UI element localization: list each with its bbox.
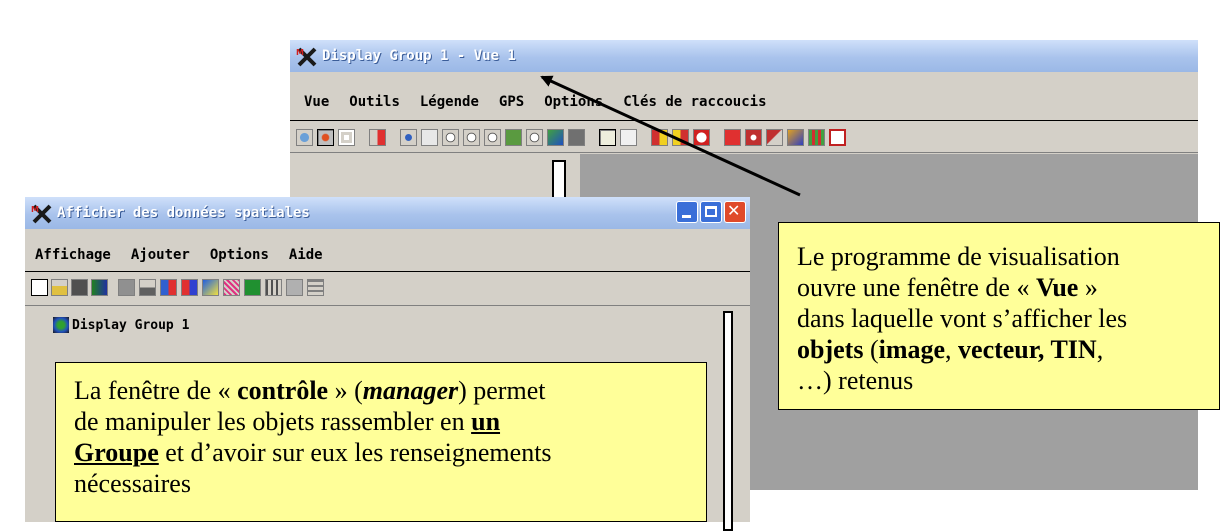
stop-icon[interactable] [693, 128, 710, 146]
menu-options[interactable]: Options [544, 94, 603, 110]
select-arrow-icon[interactable] [766, 128, 783, 146]
tin-icon[interactable] [244, 278, 261, 296]
window-title: Afficher des données spatiales [57, 205, 310, 221]
minimize-icon [682, 215, 691, 218]
cad-icon[interactable] [265, 278, 282, 296]
callout-manager: La fenêtre de « contrôle » (manager) per… [55, 362, 707, 522]
window-controls: ✕ [674, 201, 746, 223]
zoom-full-icon[interactable] [484, 128, 501, 146]
layer-icon[interactable] [118, 278, 135, 296]
window-title: Display Group 1 - Vue 1 [322, 48, 516, 64]
table-icon[interactable] [307, 278, 324, 296]
redraw-icon[interactable] [296, 128, 313, 146]
display-toolbar [296, 124, 1198, 150]
redraw-once-icon[interactable] [317, 128, 334, 146]
toolbar-divider [25, 305, 750, 306]
terrain-icon[interactable] [139, 278, 156, 296]
tntmips-logo-icon: M [31, 203, 52, 224]
scale-icon[interactable] [620, 128, 637, 146]
save-icon[interactable] [71, 278, 88, 296]
menu-affichage[interactable]: Affichage [35, 247, 111, 263]
next-view-icon[interactable] [672, 128, 689, 146]
toolbar-divider [290, 152, 1198, 153]
close-button[interactable]: ✕ [724, 201, 746, 223]
manager-menubar: Affichage Ajouter Options Aide [25, 241, 750, 269]
view-pan-icon[interactable] [547, 128, 564, 146]
tntmips-logo-icon: M [296, 46, 317, 67]
view-scrollbar-arrow[interactable] [552, 160, 566, 200]
zoom-grid-icon[interactable] [505, 128, 522, 146]
zoom-active-icon[interactable] [724, 128, 741, 146]
grid-icon[interactable] [808, 128, 825, 146]
callout-view-line-1: Le programme de visualisation [797, 242, 1120, 271]
minimize-button[interactable] [676, 201, 698, 223]
open-icon[interactable] [51, 278, 68, 296]
callout-view-line-4: objets (image, vecteur, TIN, [797, 335, 1104, 364]
pan-icon[interactable] [400, 128, 417, 146]
add-layer-icon[interactable] [160, 278, 177, 296]
vertical-scrollbar[interactable] [723, 311, 733, 531]
add-layer-icon[interactable] [369, 128, 386, 146]
shape-icon[interactable] [223, 278, 240, 296]
close-icon: ✕ [727, 201, 741, 220]
callout-manager-line-4: nécessaires [74, 469, 191, 498]
manager-window-titlebar[interactable]: M Afficher des données spatiales ✕ [25, 197, 750, 229]
svg-text:M: M [31, 205, 39, 214]
maximize-button[interactable] [700, 201, 722, 223]
maximize-icon [705, 206, 717, 217]
tree-item-label: Display Group 1 [72, 317, 190, 333]
menu-raccourcis[interactable]: Clés de raccoucis [623, 94, 766, 110]
menu-divider [25, 271, 750, 272]
zoom-1x1-icon[interactable] [599, 128, 616, 146]
zoom-out-icon[interactable] [463, 128, 480, 146]
callout-manager-line-3: Groupe et d’avoir sur eux les renseignem… [74, 438, 552, 467]
callout-manager-line-1: La fenêtre de « contrôle » (manager) per… [74, 376, 546, 405]
menu-ajouter[interactable]: Ajouter [131, 247, 190, 263]
snapshot-icon[interactable] [568, 128, 585, 146]
menu-gps[interactable]: GPS [499, 94, 524, 110]
prev-view-icon[interactable] [651, 128, 668, 146]
zoom-scale-icon[interactable] [526, 128, 543, 146]
vector-icon[interactable] [202, 278, 219, 296]
db-icon[interactable] [286, 278, 303, 296]
menu-outils[interactable]: Outils [349, 94, 400, 110]
menu-vue[interactable]: Vue [304, 94, 329, 110]
callout-view-line-3: dans laquelle vont s’afficher les [797, 304, 1128, 333]
zoom-box-icon[interactable] [421, 128, 438, 146]
menu-legende[interactable]: Légende [420, 94, 479, 110]
manager-toolbar [31, 275, 750, 299]
callout-view-line-5: …) retenus [797, 366, 914, 395]
callout-view-line-2: ouvre une fenêtre de « Vue » [797, 273, 1098, 302]
display-menubar: Vue Outils Légende GPS Options Clés de r… [290, 88, 1198, 116]
frame-icon[interactable] [338, 128, 355, 146]
callout-view: Le programme de visualisation ouvre une … [778, 222, 1220, 410]
tree-item[interactable]: Display Group 1 [53, 317, 189, 333]
svg-text:M: M [296, 48, 304, 57]
display-window-titlebar[interactable]: M Display Group 1 - Vue 1 [290, 40, 1198, 72]
legend-icon[interactable] [787, 128, 804, 146]
window-icon[interactable] [829, 128, 846, 146]
gps-icon[interactable] [745, 128, 762, 146]
new-icon[interactable] [31, 278, 48, 296]
menu-divider [290, 120, 1198, 121]
zoom-in-icon[interactable] [442, 128, 459, 146]
menu-options[interactable]: Options [210, 247, 269, 263]
raster-icon[interactable] [181, 278, 198, 296]
layout-icon[interactable] [91, 278, 108, 296]
group-icon [53, 317, 69, 333]
menu-aide[interactable]: Aide [289, 247, 323, 263]
callout-manager-line-2: de manipuler les objets rassembler en un [74, 407, 501, 436]
